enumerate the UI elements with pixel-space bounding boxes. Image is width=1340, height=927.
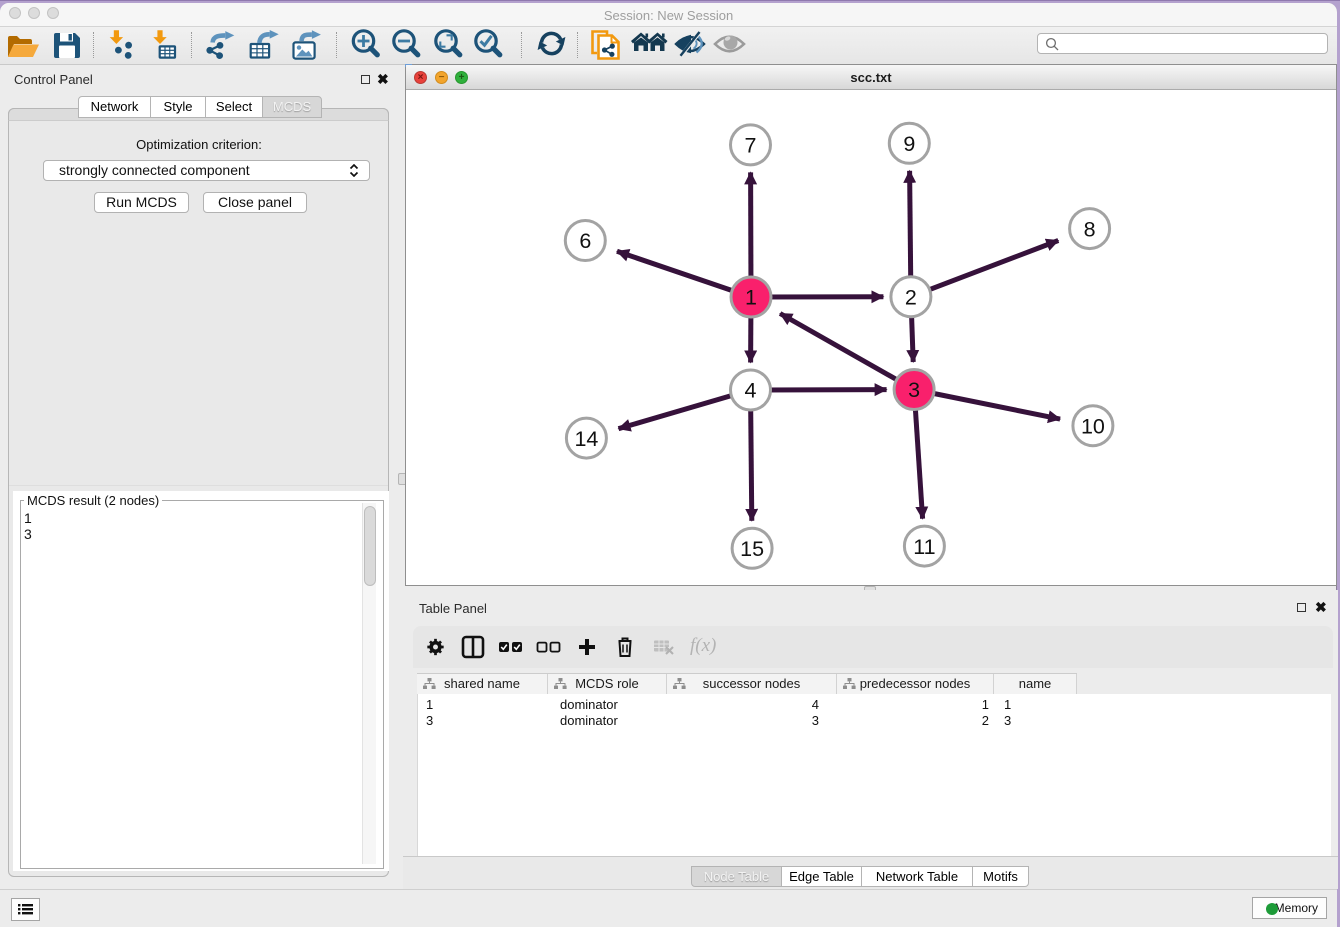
svg-text:6: 6 <box>579 229 591 253</box>
svg-text:3: 3 <box>908 378 920 402</box>
svg-text:14: 14 <box>574 427 598 451</box>
svg-text:15: 15 <box>740 537 764 561</box>
svg-text:11: 11 <box>913 535 935 559</box>
svg-text:7: 7 <box>745 134 757 158</box>
svg-text:9: 9 <box>903 132 915 156</box>
svg-text:10: 10 <box>1081 414 1105 438</box>
svg-text:2: 2 <box>905 285 917 309</box>
svg-text:1: 1 <box>745 286 757 310</box>
svg-text:4: 4 <box>745 379 757 403</box>
svg-text:8: 8 <box>1084 217 1096 241</box>
